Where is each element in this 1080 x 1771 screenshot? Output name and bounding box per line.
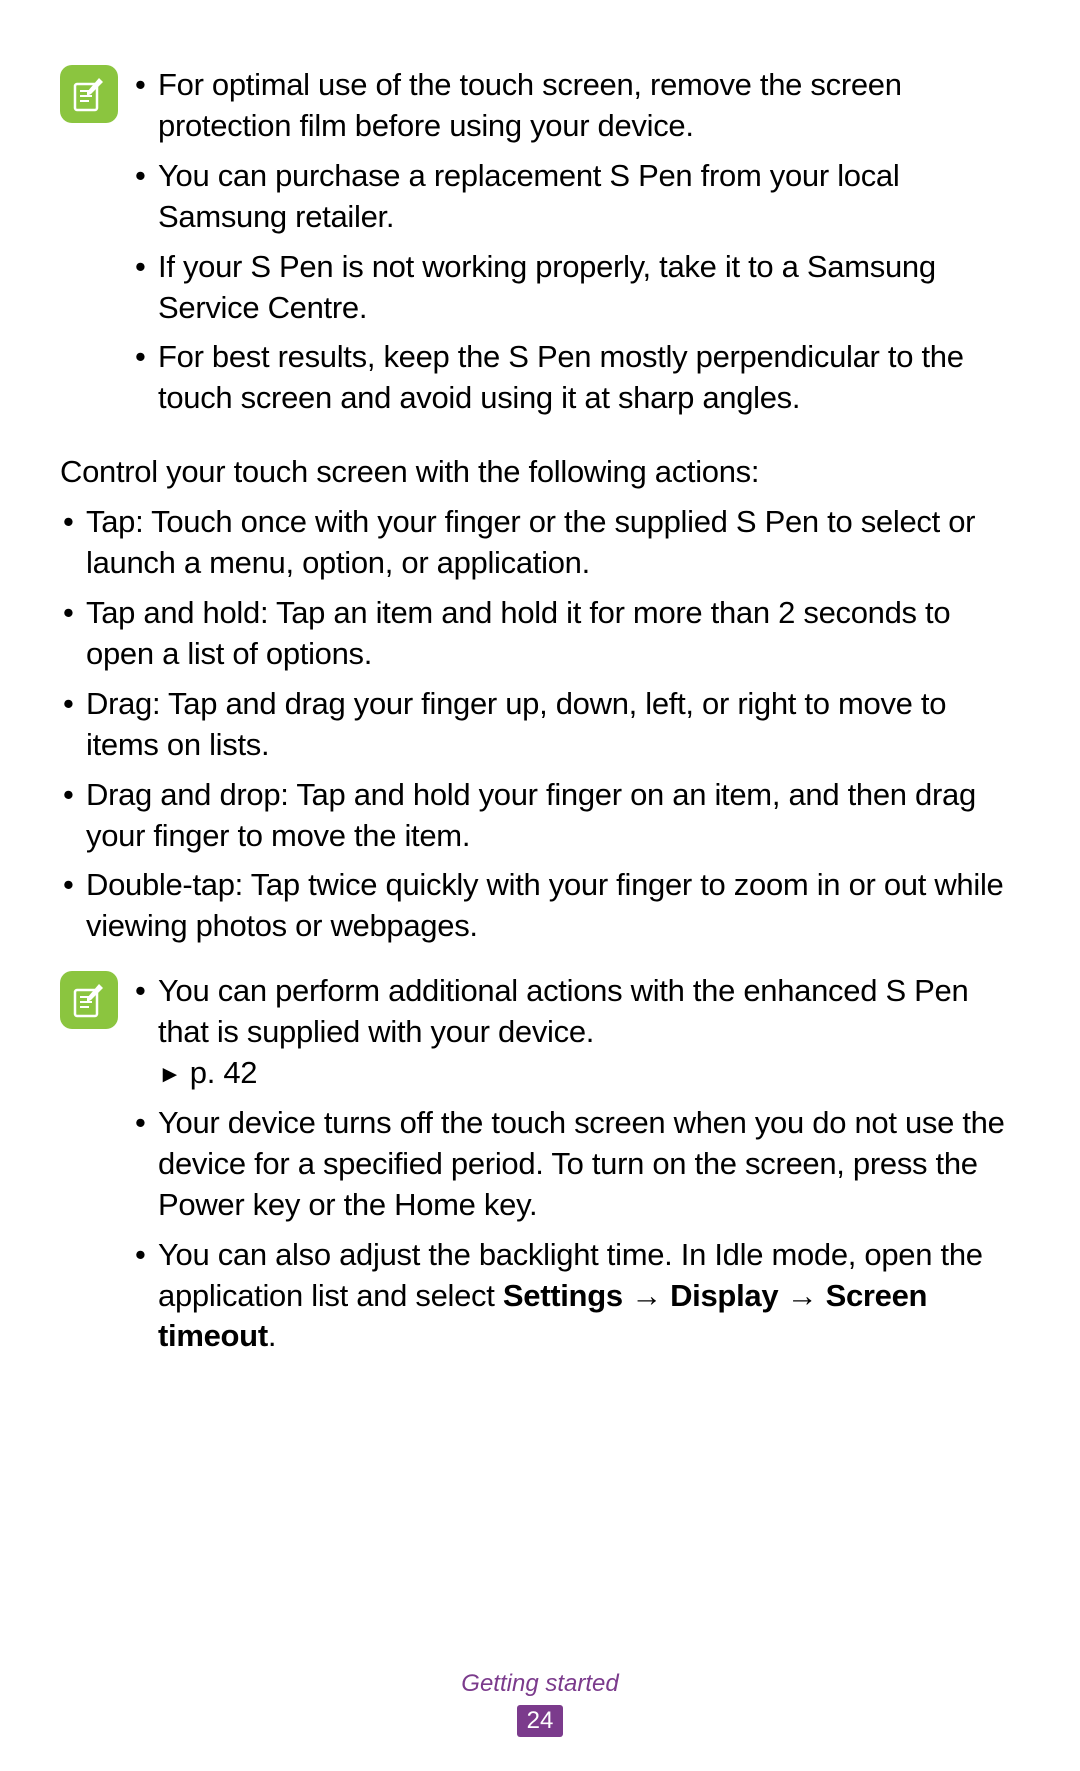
list-item: Drag and drop: Tap and hold your finger … bbox=[60, 775, 1020, 857]
arrow-right-icon: → bbox=[778, 1278, 825, 1313]
page-number-badge: 24 bbox=[517, 1705, 564, 1737]
page-footer: Getting started 24 bbox=[0, 1670, 1080, 1737]
arrow-right-icon: → bbox=[623, 1278, 670, 1313]
note1-item: For optimal use of the touch screen, rem… bbox=[132, 65, 1020, 147]
note-content-1: For optimal use of the touch screen, rem… bbox=[132, 65, 1020, 428]
note1-item: If your S Pen is not working properly, t… bbox=[132, 247, 1020, 329]
note-content-2: You can perform additional actions with … bbox=[132, 971, 1020, 1366]
intro-paragraph: Control your touch screen with the follo… bbox=[60, 452, 1020, 493]
main-action-list: Tap: Touch once with your finger or the … bbox=[60, 502, 1020, 947]
text: . bbox=[268, 1318, 276, 1353]
note2-item: Your device turns off the touch screen w… bbox=[132, 1103, 1020, 1226]
list-item: Tap and hold: Tap an item and hold it fo… bbox=[60, 593, 1020, 675]
note-icon bbox=[60, 65, 118, 123]
note1-item: For best results, keep the S Pen mostly … bbox=[132, 337, 1020, 419]
page-reference: p. 42 bbox=[190, 1055, 257, 1090]
note2-item: You can perform additional actions with … bbox=[132, 971, 1020, 1094]
note-block-1: For optimal use of the touch screen, rem… bbox=[60, 65, 1020, 428]
nav-path-display: Display bbox=[670, 1278, 778, 1313]
list-item: Drag: Tap and drag your finger up, down,… bbox=[60, 684, 1020, 766]
triangle-right-icon: ► bbox=[158, 1061, 181, 1088]
section-label: Getting started bbox=[0, 1670, 1080, 1698]
note-block-2: You can perform additional actions with … bbox=[60, 971, 1020, 1366]
nav-path-settings: Settings bbox=[503, 1278, 623, 1313]
list-item: Double-tap: Tap twice quickly with your … bbox=[60, 865, 1020, 947]
note1-item: You can purchase a replacement S Pen fro… bbox=[132, 156, 1020, 238]
text: You can perform additional actions with … bbox=[158, 973, 968, 1049]
note-icon bbox=[60, 971, 118, 1029]
note2-item: You can also adjust the backlight time. … bbox=[132, 1235, 1020, 1358]
list-item: Tap: Touch once with your finger or the … bbox=[60, 502, 1020, 584]
